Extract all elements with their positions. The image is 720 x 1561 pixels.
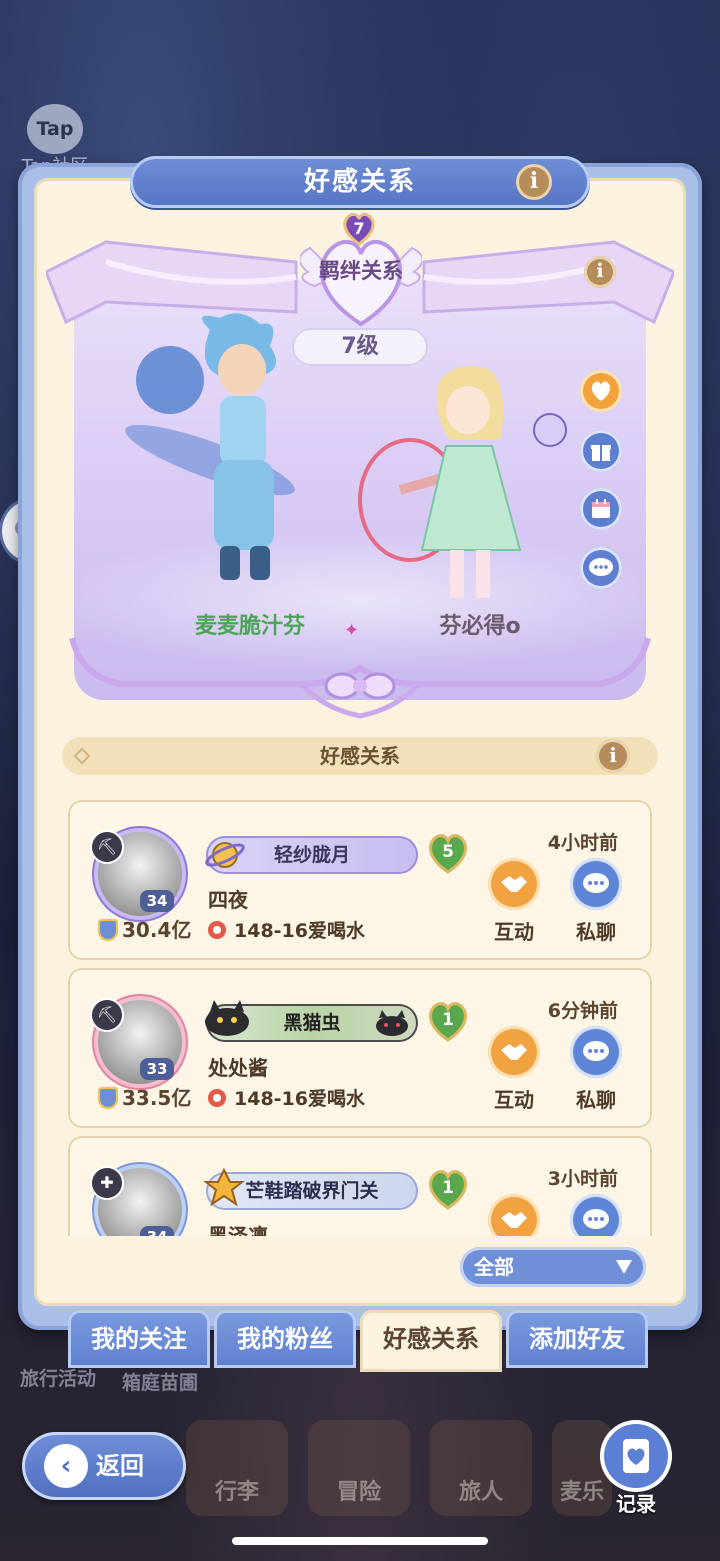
cross-class-icon: ✚ xyxy=(92,1168,122,1198)
chat-icon xyxy=(583,873,609,893)
tap-logo: Tap xyxy=(27,104,83,154)
lace-frame xyxy=(69,637,651,719)
garden-label: 箱庭苗圃 xyxy=(122,1372,199,1394)
bond-title: 羁绊关系 xyxy=(319,259,403,283)
player-avatar[interactable]: ⛏ 34 xyxy=(92,828,186,920)
player-avatar[interactable]: ✚ 34 xyxy=(92,1164,186,1236)
heart-gift-button[interactable] xyxy=(580,370,622,412)
panel-info-icon[interactable]: i xyxy=(516,164,552,200)
private-chat-button[interactable] xyxy=(570,1194,622,1236)
last-online-time: 3小时前 xyxy=(547,1168,618,1190)
relation-list[interactable]: ⛏ 34 30.4亿 轻纱胧月 5 四夜 148-16爱喝水 4小时前 互动 私… xyxy=(68,800,652,1236)
filter-dropdown[interactable]: 全部 xyxy=(460,1247,646,1287)
message-button[interactable] xyxy=(580,547,622,589)
private-chat-button[interactable] xyxy=(570,858,622,910)
affinity-level: 5 xyxy=(442,842,454,862)
black-cat-icon xyxy=(205,1000,249,1036)
travel-activity-label: 旅行活动 xyxy=(20,1368,97,1390)
player-level: 34 xyxy=(140,1226,174,1236)
interact-button[interactable] xyxy=(488,1026,540,1078)
heart-icon xyxy=(591,381,611,401)
tab-add-friend[interactable]: 添加好友 xyxy=(506,1310,648,1368)
calendar-button[interactable] xyxy=(580,488,622,530)
affinity-level: 1 xyxy=(442,1010,454,1030)
player-name: 四夜 xyxy=(208,888,248,912)
back-label: 返回 xyxy=(96,1452,144,1480)
affinity-heart: 5 xyxy=(426,832,470,874)
black-cat-icon xyxy=(376,1010,408,1036)
flame-emblem-icon xyxy=(203,1167,245,1207)
tab-following[interactable]: 我的关注 xyxy=(68,1310,210,1368)
gift-icon xyxy=(591,445,611,461)
player-server: 148-16爱喝水 xyxy=(208,916,365,943)
tab-affinity[interactable]: 好感关系 xyxy=(360,1310,502,1372)
interact-label: 互动 xyxy=(494,920,534,944)
combat-power: 33.5亿 xyxy=(98,1082,191,1111)
affinity-heart: 1 xyxy=(426,1168,470,1210)
handshake-icon xyxy=(501,1212,527,1228)
calendar-icon xyxy=(592,499,610,518)
nav-adventure: 冒险 xyxy=(308,1420,410,1516)
handshake-icon xyxy=(501,1044,527,1060)
home-indicator xyxy=(232,1537,488,1545)
interact-button[interactable] xyxy=(488,858,540,910)
tab-fans[interactable]: 我的粉丝 xyxy=(214,1310,356,1368)
player-level: 34 xyxy=(140,890,174,912)
combat-power: 30.4亿 xyxy=(98,914,191,943)
back-button[interactable]: ‹ 返回 xyxy=(22,1432,186,1500)
last-online-time: 6分钟前 xyxy=(547,1000,618,1022)
handshake-icon xyxy=(501,876,527,892)
filter-selected: 全部 xyxy=(474,1255,514,1279)
chevron-left-icon: ‹ xyxy=(44,1444,88,1488)
chat-icon xyxy=(583,1041,609,1061)
message-icon xyxy=(589,558,613,576)
player-server: 148-16爱喝水 xyxy=(208,1084,365,1111)
planet-title-icon xyxy=(205,842,245,868)
right-character-sprite xyxy=(358,365,567,598)
location-pin-icon xyxy=(208,921,226,939)
player-name: 黑泽凛 xyxy=(208,1224,268,1236)
player-level: 33 xyxy=(140,1058,174,1080)
section-title: 好感关系 xyxy=(320,744,400,768)
bond-level-number: 7 xyxy=(353,219,365,238)
record-button[interactable]: 记录 xyxy=(598,1420,674,1516)
nav-luggage: 行李 xyxy=(186,1420,288,1516)
left-character-sprite xyxy=(125,313,295,580)
chevron-down-icon xyxy=(616,1260,632,1274)
relation-card[interactable]: ✚ 34 芒鞋踏破界门关 1 黑泽凛 3小时前 xyxy=(68,1136,652,1236)
gift-button[interactable] xyxy=(580,430,622,472)
bond-level-badge: 7 xyxy=(340,209,378,247)
player-name: 处处酱 xyxy=(208,1056,268,1080)
nav-traveler: 旅人 xyxy=(430,1420,532,1516)
pickaxe-class-icon: ⛏ xyxy=(92,832,122,862)
relation-card[interactable]: ⛏ 33 33.5亿 黑猫虫 1 处处酱 148-16爱喝水 6分钟前 互动 私… xyxy=(68,968,652,1128)
chat-label: 私聊 xyxy=(576,1088,616,1112)
interact-button[interactable] xyxy=(488,1194,540,1236)
interact-label: 互动 xyxy=(494,1088,534,1112)
player-avatar[interactable]: ⛏ 33 xyxy=(92,996,186,1088)
section-header: 好感关系 xyxy=(62,737,658,775)
pickaxe-class-icon: ⛏ xyxy=(92,1000,122,1030)
relation-card[interactable]: ⛏ 34 30.4亿 轻纱胧月 5 四夜 148-16爱喝水 4小时前 互动 私… xyxy=(68,800,652,960)
private-chat-button[interactable] xyxy=(570,1026,622,1078)
shield-icon xyxy=(98,919,118,941)
location-pin-icon xyxy=(208,1089,226,1107)
notebook-heart-icon xyxy=(623,1439,649,1473)
affinity-level: 1 xyxy=(442,1178,454,1198)
record-label: 记录 xyxy=(616,1492,656,1516)
shield-icon xyxy=(98,1087,118,1109)
chat-icon xyxy=(583,1209,609,1229)
section-info-icon[interactable]: i xyxy=(596,739,630,773)
bond-info-icon[interactable]: i xyxy=(584,256,616,288)
affinity-heart: 1 xyxy=(426,1000,470,1042)
chat-label: 私聊 xyxy=(576,920,616,944)
last-online-time: 4小时前 xyxy=(547,832,618,854)
